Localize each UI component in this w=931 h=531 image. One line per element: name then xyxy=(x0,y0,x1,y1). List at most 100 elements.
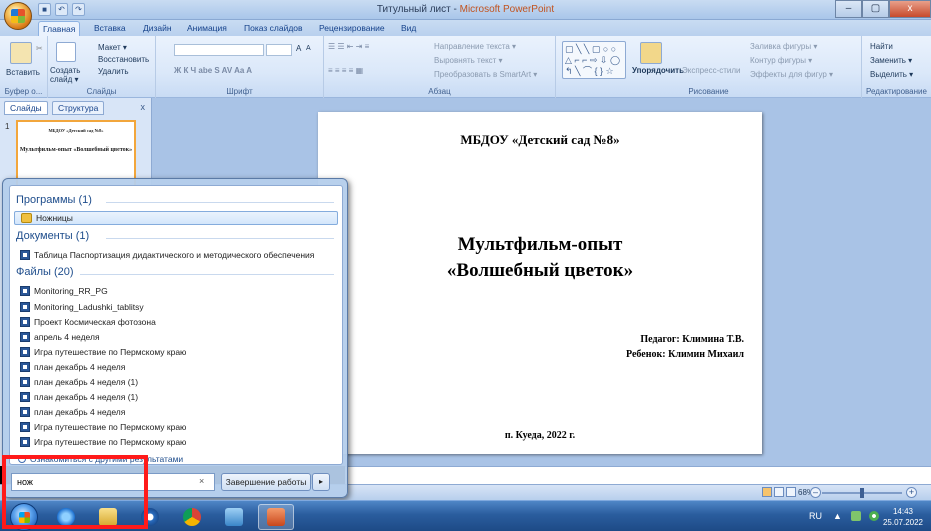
office-button[interactable] xyxy=(4,2,32,30)
taskbar-explorer[interactable] xyxy=(90,504,126,530)
normal-view-button[interactable] xyxy=(762,487,772,497)
file-item[interactable]: план декабрь 4 неделя xyxy=(20,405,125,419)
replace-button[interactable]: Заменить ▾ xyxy=(870,56,912,65)
file-item[interactable]: Игра путешествие по Пермскому краю xyxy=(20,345,186,359)
slide-title[interactable]: Мультфильм-опыт «Волшебный цветок» xyxy=(318,232,762,284)
scissors-icon xyxy=(21,213,32,223)
arrange-icon[interactable] xyxy=(640,42,662,64)
text-direction-button[interactable]: Направление текста ▾ xyxy=(434,42,516,51)
shapes-gallery[interactable]: ▢ ╲ ╲ ▢ ○ ○ △ ⌐ ⌐ ⇨ ⇩ ◯ ↰ ╲ ⌒ { } ☆ xyxy=(562,41,626,79)
zoom-slider-thumb[interactable] xyxy=(860,488,864,498)
tab-design[interactable]: Дизайн xyxy=(139,21,176,36)
taskbar-media[interactable] xyxy=(132,504,168,530)
programs-header[interactable]: Программы (1) xyxy=(16,194,92,206)
language-indicator[interactable]: RU xyxy=(809,511,822,521)
shape-fill-button[interactable]: Заливка фигуры ▾ xyxy=(750,42,817,51)
tab-home[interactable]: Главная xyxy=(38,21,81,36)
sorter-view-button[interactable] xyxy=(774,487,784,497)
clock[interactable]: 14:43 25.07.2022 xyxy=(883,506,923,528)
divider xyxy=(106,202,334,203)
tab-view[interactable]: Вид xyxy=(397,21,420,36)
search-input[interactable]: нож xyxy=(11,473,215,491)
shape-outline-button[interactable]: Контур фигуры ▾ xyxy=(750,56,812,65)
taskbar-chrome[interactable] xyxy=(174,504,210,530)
shutdown-button[interactable]: Завершение работы xyxy=(221,473,311,491)
program-item-snipping-tool[interactable]: Ножницы xyxy=(14,211,338,225)
font-label: Шрифт xyxy=(226,87,253,96)
shrink-font-button[interactable]: A xyxy=(306,45,311,52)
layout-button[interactable]: Макет ▾ xyxy=(98,43,127,52)
start-button[interactable] xyxy=(10,503,38,531)
zoom-slider[interactable] xyxy=(822,488,902,498)
shape-effects-button[interactable]: Эффекты для фигур ▾ xyxy=(750,70,833,79)
network-icon[interactable] xyxy=(851,511,861,521)
align-text-button[interactable]: Выровнять текст ▾ xyxy=(434,56,503,65)
file-item[interactable]: Игра путешествие по Пермскому краю xyxy=(20,420,186,434)
file-item[interactable]: Игра путешествие по Пермскому краю xyxy=(20,435,186,449)
file-item[interactable]: Monitoring_RR_PG xyxy=(20,284,108,298)
file-item[interactable]: Monitoring_Ladushki_tablitsy xyxy=(20,300,144,314)
tab-review[interactable]: Рецензирование xyxy=(315,21,389,36)
file-item[interactable]: план декабрь 4 неделя (1) xyxy=(20,375,138,389)
file-label: Monitoring_RR_PG xyxy=(34,286,108,296)
word-doc-icon xyxy=(20,347,30,357)
maximize-button[interactable]: ▢ xyxy=(862,0,889,18)
cut-icon[interactable]: ✂ xyxy=(36,44,43,53)
tray-expand-icon[interactable]: ▲ xyxy=(833,511,842,521)
see-more-results[interactable]: Ознакомиться с другими результатами xyxy=(18,454,183,464)
tab-slideshow[interactable]: Показ слайдов xyxy=(240,21,307,36)
shapes-icon: ▢ ╲ ╲ ▢ ○ ○ △ ⌐ ⌐ ⇨ ⇩ ◯ ↰ ╲ ⌒ { } ☆ xyxy=(565,44,621,76)
select-button[interactable]: Выделить ▾ xyxy=(870,70,913,79)
notes-pane[interactable] xyxy=(345,466,931,484)
convert-smartart-button[interactable]: Преобразовать в SmartArt ▾ xyxy=(434,70,537,79)
list-buttons[interactable]: ☰ ☰ ⇤ ⇥ ≡ xyxy=(328,42,369,51)
slide-authors[interactable]: Педагог: Климина Т.В. Ребенок: Климин Ми… xyxy=(626,332,744,362)
file-item[interactable]: план декабрь 4 неделя (1) xyxy=(20,390,138,404)
find-button[interactable]: Найти xyxy=(870,42,893,51)
slide-header[interactable]: МБДОУ «Детский сад №8» xyxy=(318,132,762,148)
arrange-button[interactable]: Упорядочить xyxy=(632,66,684,75)
file-item[interactable]: апрель 4 неделя xyxy=(20,330,100,344)
file-item[interactable]: Проект Космическая фотозона xyxy=(20,315,156,329)
taskbar-ie[interactable] xyxy=(48,504,84,530)
paste-button[interactable]: Вставить xyxy=(6,68,40,77)
tab-slides-panel[interactable]: Слайды xyxy=(4,101,48,115)
taskbar-app[interactable] xyxy=(216,504,252,530)
slide-canvas[interactable]: МБДОУ «Детский сад №8» Мультфильм-опыт «… xyxy=(318,112,762,454)
tab-insert[interactable]: Вставка xyxy=(90,21,130,36)
view-buttons xyxy=(762,487,796,497)
documents-header[interactable]: Документы (1) xyxy=(16,230,89,242)
slideshow-view-button[interactable] xyxy=(786,487,796,497)
file-item[interactable]: план декабрь 4 неделя xyxy=(20,360,125,374)
new-slide-icon[interactable] xyxy=(56,42,76,62)
files-header[interactable]: Файлы (20) xyxy=(16,266,74,278)
delete-slide-button[interactable]: Удалить xyxy=(98,67,129,76)
shutdown-options-button[interactable]: ▸ xyxy=(312,473,330,491)
font-format-buttons[interactable]: Ж К Ч abe S AV Aa A xyxy=(174,66,252,75)
document-item[interactable]: Таблица Паспортизация дидактического и м… xyxy=(20,248,314,262)
new-slide-button[interactable]: Создать слайд ▾ xyxy=(50,66,94,84)
tab-outline-panel[interactable]: Структура xyxy=(52,101,105,115)
minimize-button[interactable]: – xyxy=(835,0,862,18)
panel-close-icon[interactable]: x xyxy=(141,102,146,112)
tab-animation[interactable]: Анимация xyxy=(183,21,231,36)
volume-icon[interactable] xyxy=(869,511,879,521)
slide-footer[interactable]: п. Куеда, 2022 г. xyxy=(318,430,762,441)
align-buttons[interactable]: ≡ ≡ ≡ ≡ ▦ xyxy=(328,66,363,75)
author-teacher: Педагог: Климина Т.В. xyxy=(640,334,744,345)
font-size-combo[interactable] xyxy=(266,44,292,56)
reset-button[interactable]: Восстановить xyxy=(98,55,149,64)
grow-font-button[interactable]: A xyxy=(296,44,301,53)
search-clear-icon[interactable]: × xyxy=(199,476,204,486)
zoom-in-button[interactable]: + xyxy=(906,487,917,498)
taskbar-powerpoint[interactable] xyxy=(258,504,294,530)
font-name-combo[interactable] xyxy=(174,44,264,56)
close-button[interactable]: x xyxy=(889,0,931,18)
quick-styles-button[interactable]: Экспресс-стили xyxy=(682,66,741,75)
see-more-icon xyxy=(18,455,26,463)
word-doc-icon xyxy=(20,302,30,312)
paste-icon[interactable] xyxy=(10,42,32,64)
word-doc-icon xyxy=(20,362,30,372)
file-label: Игра путешествие по Пермскому краю xyxy=(34,422,187,432)
zoom-out-button[interactable]: – xyxy=(810,487,821,498)
